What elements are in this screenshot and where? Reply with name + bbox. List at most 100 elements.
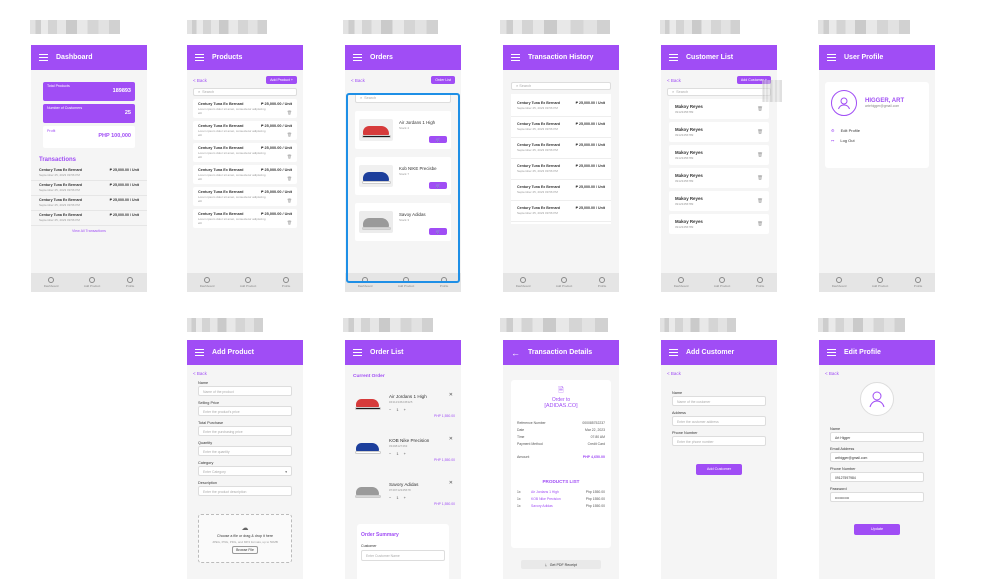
quantity-stepper[interactable]: −1 + bbox=[389, 451, 453, 456]
trash-icon[interactable]: 🗑 bbox=[757, 129, 763, 135]
customer-card[interactable]: Makoy Reyes 09123456789 🗑 bbox=[669, 99, 769, 119]
menu-icon[interactable] bbox=[827, 54, 836, 61]
trash-icon[interactable]: 🗑 bbox=[287, 154, 292, 159]
trash-icon[interactable]: 🗑 bbox=[287, 110, 292, 115]
product-card[interactable]: Century Tuna Ex Bernard ₱ 25,000.00 / Uni… bbox=[193, 143, 297, 162]
trash-icon[interactable]: 🗑 bbox=[757, 175, 763, 181]
trash-icon[interactable]: 🗑 bbox=[757, 198, 763, 204]
transaction-row[interactable]: Century Tuna Ex Bernard ₱ 25,000.00 / Uni… bbox=[31, 181, 147, 196]
order-list-button[interactable]: Order List bbox=[431, 76, 455, 84]
pdf-receipt-button[interactable]: ⤓ Get PDF Receipt bbox=[521, 560, 601, 569]
view-all-link[interactable]: View All Transactions bbox=[31, 229, 147, 233]
back-link[interactable]: < Back bbox=[187, 365, 303, 378]
trash-icon[interactable]: 🗑 bbox=[287, 176, 292, 181]
menu-icon[interactable] bbox=[669, 54, 678, 61]
nav-add[interactable]: Add Product bbox=[556, 277, 572, 288]
add-customer-submit[interactable]: Add Customer bbox=[696, 464, 742, 475]
quantity-stepper[interactable]: −1 + bbox=[389, 495, 453, 500]
field-input[interactable]: Name of the customer bbox=[672, 396, 766, 406]
update-button[interactable]: Update bbox=[854, 524, 900, 535]
field-input[interactable]: Enter the product's price bbox=[198, 406, 292, 416]
field-input[interactable]: 09127597984 bbox=[830, 472, 924, 482]
back-arrow-icon[interactable]: ← bbox=[511, 348, 520, 358]
field-input[interactable]: Art Higger bbox=[830, 432, 924, 442]
field-input[interactable]: Enter Category ▾ bbox=[198, 466, 292, 476]
back-link[interactable]: < Back bbox=[819, 365, 935, 378]
field-input[interactable]: Enter the product description bbox=[198, 486, 292, 496]
product-card[interactable]: Century Tuna Ex Bernard ₱ 25,000.00 / Uni… bbox=[193, 165, 297, 184]
customer-name-input[interactable]: Enter Customer Name bbox=[361, 550, 445, 561]
browse-file-button[interactable]: Browse File bbox=[232, 545, 258, 554]
close-icon[interactable]: ✕ bbox=[449, 480, 453, 486]
back-link[interactable]: < Back bbox=[661, 365, 777, 388]
menu-icon[interactable] bbox=[511, 54, 520, 61]
trash-icon[interactable]: 🗑 bbox=[757, 221, 763, 227]
plus-button[interactable]: + bbox=[404, 451, 406, 456]
field-input[interactable]: arthigger@gmail.com bbox=[830, 452, 924, 462]
nav-profile[interactable]: Profile bbox=[126, 277, 134, 288]
nav-add[interactable]: Add Product bbox=[714, 277, 730, 288]
field-input[interactable]: Enter the quantity bbox=[198, 446, 292, 456]
back-link[interactable]: < Back bbox=[193, 78, 207, 83]
menu-icon[interactable] bbox=[669, 349, 678, 356]
back-link[interactable]: < Back bbox=[351, 78, 365, 83]
product-card[interactable]: Century Tuna Ex Bernard ₱ 25,000.00 / Uni… bbox=[193, 187, 297, 206]
customer-card[interactable]: Makoy Reyes 09123456789 🗑 bbox=[669, 214, 769, 234]
customer-card[interactable]: Makoy Reyes 09123456789 🗑 bbox=[669, 191, 769, 211]
trash-icon[interactable]: 🗑 bbox=[287, 198, 292, 203]
transaction-row[interactable]: Century Tuna Ex Bernard ₱ 25,000.00 / Uni… bbox=[31, 211, 147, 226]
nav-profile[interactable]: Profile bbox=[914, 277, 922, 288]
nav-add[interactable]: Add Product bbox=[872, 277, 888, 288]
field-input[interactable]: Enter the customer address bbox=[672, 416, 766, 426]
avatar-icon[interactable] bbox=[860, 382, 894, 416]
nav-profile[interactable]: Profile bbox=[756, 277, 764, 288]
product-card[interactable]: Century Tuna Ex Bernard ₱ 25,000.00 / Uni… bbox=[193, 99, 297, 118]
menu-icon[interactable] bbox=[353, 54, 362, 61]
trash-icon[interactable]: 🗑 bbox=[757, 152, 763, 158]
minus-button[interactable]: − bbox=[389, 451, 391, 456]
nav-dashboard[interactable]: Dashboard bbox=[516, 277, 530, 288]
close-icon[interactable]: ✕ bbox=[449, 392, 453, 398]
transaction-row[interactable]: Century Tuna Ex Bernard ₱ 25,000.00 / Uni… bbox=[511, 201, 611, 222]
quantity-stepper[interactable]: −1 + bbox=[389, 407, 453, 412]
transaction-row[interactable]: Century Tuna Ex Bernard ₱ 25,000.00 / Uni… bbox=[511, 159, 611, 180]
menu-icon[interactable] bbox=[195, 54, 204, 61]
nav-profile[interactable]: Profile bbox=[598, 277, 606, 288]
trash-icon[interactable]: 🗑 bbox=[287, 220, 292, 225]
nav-profile[interactable]: Profile bbox=[282, 277, 290, 288]
nav-add[interactable]: Add Product bbox=[84, 277, 100, 288]
transaction-row[interactable]: Century Tuna Ex Bernard ₱ 25,000.00 / Uni… bbox=[31, 196, 147, 211]
edit-profile-link[interactable]: ⚙ Edit Profile bbox=[831, 128, 923, 133]
plus-button[interactable]: + bbox=[404, 407, 406, 412]
customer-card[interactable]: Makoy Reyes 09123456789 🗑 bbox=[669, 122, 769, 142]
back-link[interactable]: < Back bbox=[667, 78, 681, 83]
trash-icon[interactable]: 🗑 bbox=[287, 132, 292, 137]
transaction-row[interactable]: Century Tuna Ex Bernard ₱ 25,000.00 / Uni… bbox=[511, 138, 611, 159]
menu-icon[interactable] bbox=[827, 349, 836, 356]
menu-icon[interactable] bbox=[39, 54, 48, 61]
field-input[interactable]: Enter the phone number bbox=[672, 436, 766, 446]
transaction-row[interactable]: Century Tuna Ex Bernard ₱ 25,000.00 / Uni… bbox=[511, 180, 611, 201]
customer-card[interactable]: Makoy Reyes 09123456789 🗑 bbox=[669, 145, 769, 165]
close-icon[interactable]: ✕ bbox=[449, 436, 453, 442]
menu-icon[interactable] bbox=[195, 349, 204, 356]
logout-link[interactable]: ↦ Log Out bbox=[831, 138, 923, 143]
transaction-row[interactable]: Century Tuna Ex Bernard ₱ 25,000.00 / Uni… bbox=[511, 96, 611, 117]
field-input[interactable]: Enter the purchasing price bbox=[198, 426, 292, 436]
transaction-row[interactable]: Century Tuna Ex Bernard ₱ 25,000.00 / Uni… bbox=[511, 117, 611, 138]
transaction-row[interactable]: Century Tuna Ex Bernard ₱ 25,000.00 / Uni… bbox=[31, 166, 147, 181]
product-card[interactable]: Century Tuna Ex Bernard ₱ 25,000.00 / Uni… bbox=[193, 121, 297, 140]
search-input[interactable]: ⌕ Search bbox=[193, 88, 297, 96]
nav-dashboard[interactable]: Dashboard bbox=[674, 277, 688, 288]
add-product-button[interactable]: Add Product + bbox=[266, 76, 297, 84]
nav-dashboard[interactable]: Dashboard bbox=[832, 277, 846, 288]
nav-add[interactable]: Add Product bbox=[240, 277, 256, 288]
search-input[interactable]: ⌕ Search bbox=[511, 82, 611, 90]
menu-icon[interactable] bbox=[353, 349, 362, 356]
product-card[interactable]: Century Tuna Ex Bernard ₱ 25,000.00 / Uni… bbox=[193, 209, 297, 228]
minus-button[interactable]: − bbox=[389, 495, 391, 500]
search-input[interactable]: ⌕ Search bbox=[667, 88, 771, 96]
field-input[interactable]: Name of the product bbox=[198, 386, 292, 396]
nav-dashboard[interactable]: Dashboard bbox=[44, 277, 58, 288]
nav-dashboard[interactable]: Dashboard bbox=[200, 277, 214, 288]
